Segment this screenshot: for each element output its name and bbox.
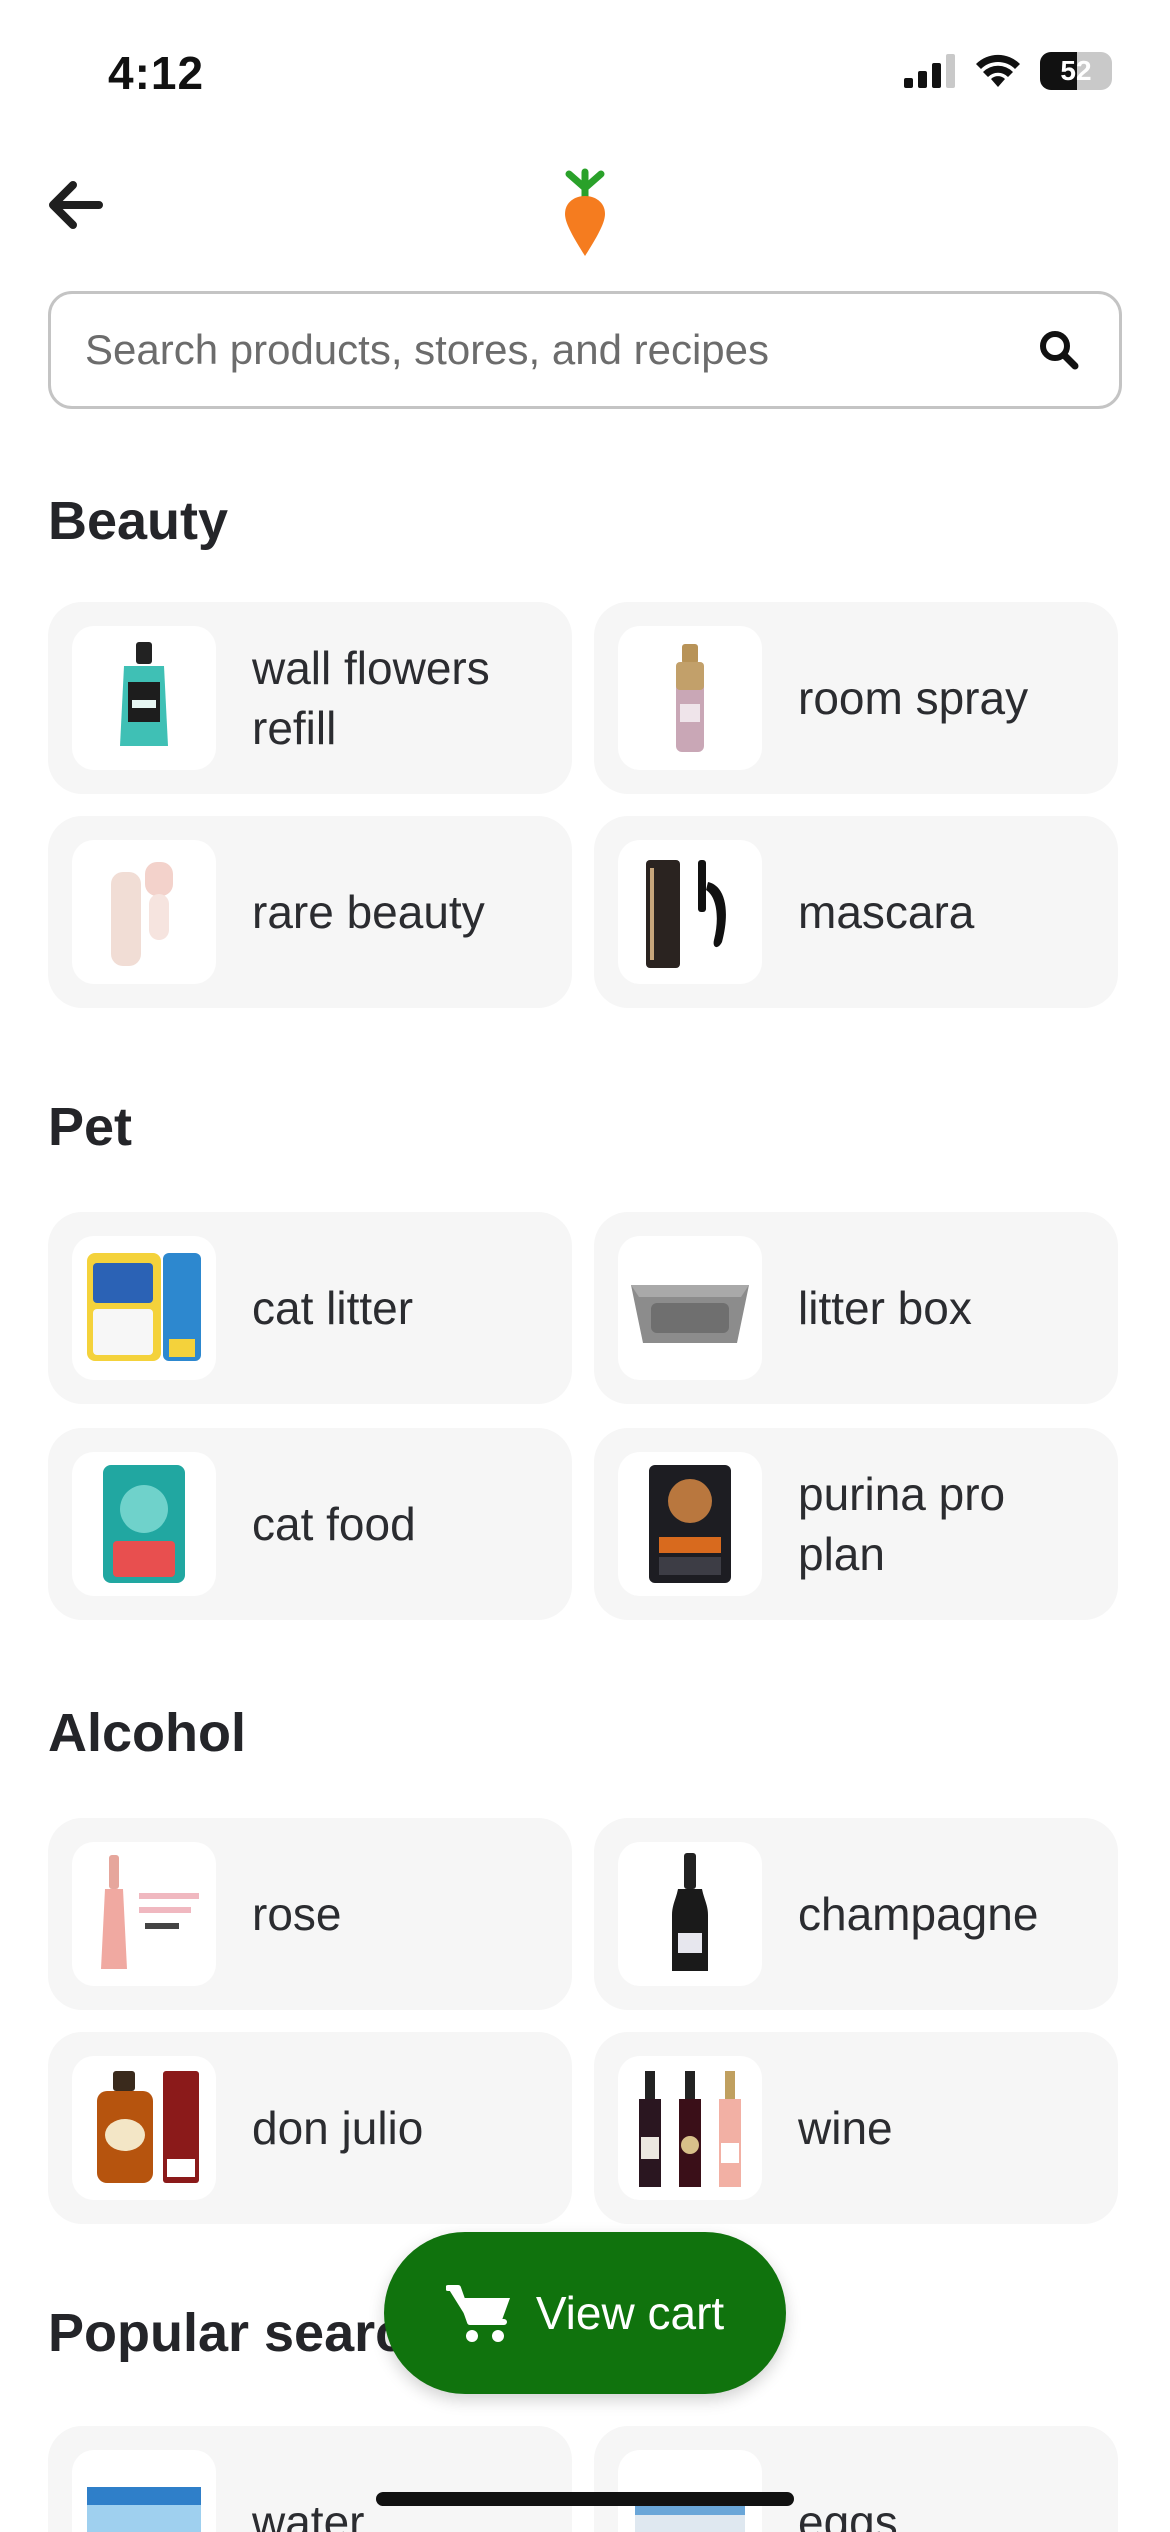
wifi-icon (976, 54, 1020, 87)
category-card-eggs[interactable]: eggs (594, 2426, 1118, 2532)
category-label: champagne (798, 1888, 1039, 1940)
champagne-image (672, 1853, 708, 1971)
home-indicator (376, 2492, 794, 2506)
cat-litter-image (87, 1253, 201, 1361)
wallflower-refill-image (120, 642, 168, 746)
litter-box-image (631, 1285, 749, 1343)
category-card-mascara[interactable]: mascara (594, 816, 1118, 1008)
arrow-left-icon (49, 181, 103, 229)
rose-wine-image (101, 1855, 199, 1969)
category-label: wall flowers refill (252, 642, 490, 754)
category-label: room spray (798, 672, 1029, 724)
category-label: purina pro plan (798, 1468, 1006, 1580)
product-thumbnail (618, 2450, 762, 2532)
product-thumbnail (72, 840, 216, 984)
product-thumbnail (72, 1236, 216, 1380)
view-cart-label: View cart (535, 2287, 725, 2339)
category-label: rare beauty (252, 886, 485, 938)
category-card-cat-litter[interactable]: cat litter (48, 1212, 572, 1404)
search-input[interactable] (85, 326, 1033, 374)
product-thumbnail (618, 1842, 762, 1986)
product-thumbnail (618, 1236, 762, 1380)
category-label: mascara (798, 886, 975, 938)
category-card-cat-food[interactable]: cat food (48, 1428, 572, 1620)
signal-icon (904, 54, 955, 88)
category-label: litter box (798, 1282, 972, 1334)
category-card-water[interactable]: water (48, 2426, 572, 2532)
category-card-room-spray[interactable]: room spray (594, 602, 1118, 794)
purina-pro-plan-image (649, 1465, 731, 1583)
category-card-purina-pro-plan[interactable]: purina pro plan (594, 1428, 1118, 1620)
status-bar: 4:12 52 (0, 0, 1170, 140)
category-card-don-julio[interactable]: don julio (48, 2032, 572, 2224)
product-thumbnail (618, 1452, 762, 1596)
product-thumbnail (72, 626, 216, 770)
wine-image (639, 2071, 741, 2187)
category-card-wine[interactable]: wine (594, 2032, 1118, 2224)
category-label: rose (252, 1888, 342, 1940)
category-card-rare-beauty[interactable]: rare beauty (48, 816, 572, 1008)
category-label: eggs (798, 2496, 898, 2532)
product-thumbnail (72, 2056, 216, 2200)
rare-beauty-image (111, 862, 173, 966)
category-card-wall-flowers-refill[interactable]: wall flowers refill (48, 602, 572, 794)
category-card-champagne[interactable]: champagne (594, 1818, 1118, 2010)
room-spray-image (676, 644, 704, 752)
product-thumbnail (72, 1842, 216, 1986)
battery-level-text: 52 (1060, 55, 1092, 86)
water-image (87, 2487, 201, 2532)
status-time: 4:12 (108, 47, 205, 99)
product-thumbnail (72, 1452, 216, 1596)
search-bar[interactable] (48, 291, 1122, 409)
category-label: cat litter (252, 1282, 414, 1334)
product-thumbnail (618, 626, 762, 770)
product-thumbnail (618, 840, 762, 984)
category-card-litter-box[interactable]: litter box (594, 1212, 1118, 1404)
don-julio-image (97, 2071, 199, 2183)
cart-icon (445, 2285, 510, 2342)
cat-food-image (103, 1465, 185, 1583)
section-title-alcohol: Alcohol (48, 1703, 246, 1763)
section-title-pet: Pet (48, 1097, 133, 1157)
back-button[interactable] (40, 170, 110, 240)
category-card-rose[interactable]: rose (48, 1818, 572, 2010)
category-label: cat food (252, 1498, 416, 1550)
category-label: wine (798, 2102, 893, 2154)
search-icon[interactable] (1033, 324, 1085, 376)
battery-indicator: 52 (1040, 52, 1112, 90)
product-thumbnail (72, 2450, 216, 2532)
mascara-image (646, 860, 726, 968)
product-thumbnail (618, 2056, 762, 2200)
view-cart-button[interactable]: View cart (384, 2232, 786, 2394)
carrot-logo[interactable] (553, 158, 617, 258)
status-icons: 52 (904, 52, 1112, 90)
category-label: don julio (252, 2102, 424, 2154)
section-title-beauty: Beauty (48, 491, 229, 551)
